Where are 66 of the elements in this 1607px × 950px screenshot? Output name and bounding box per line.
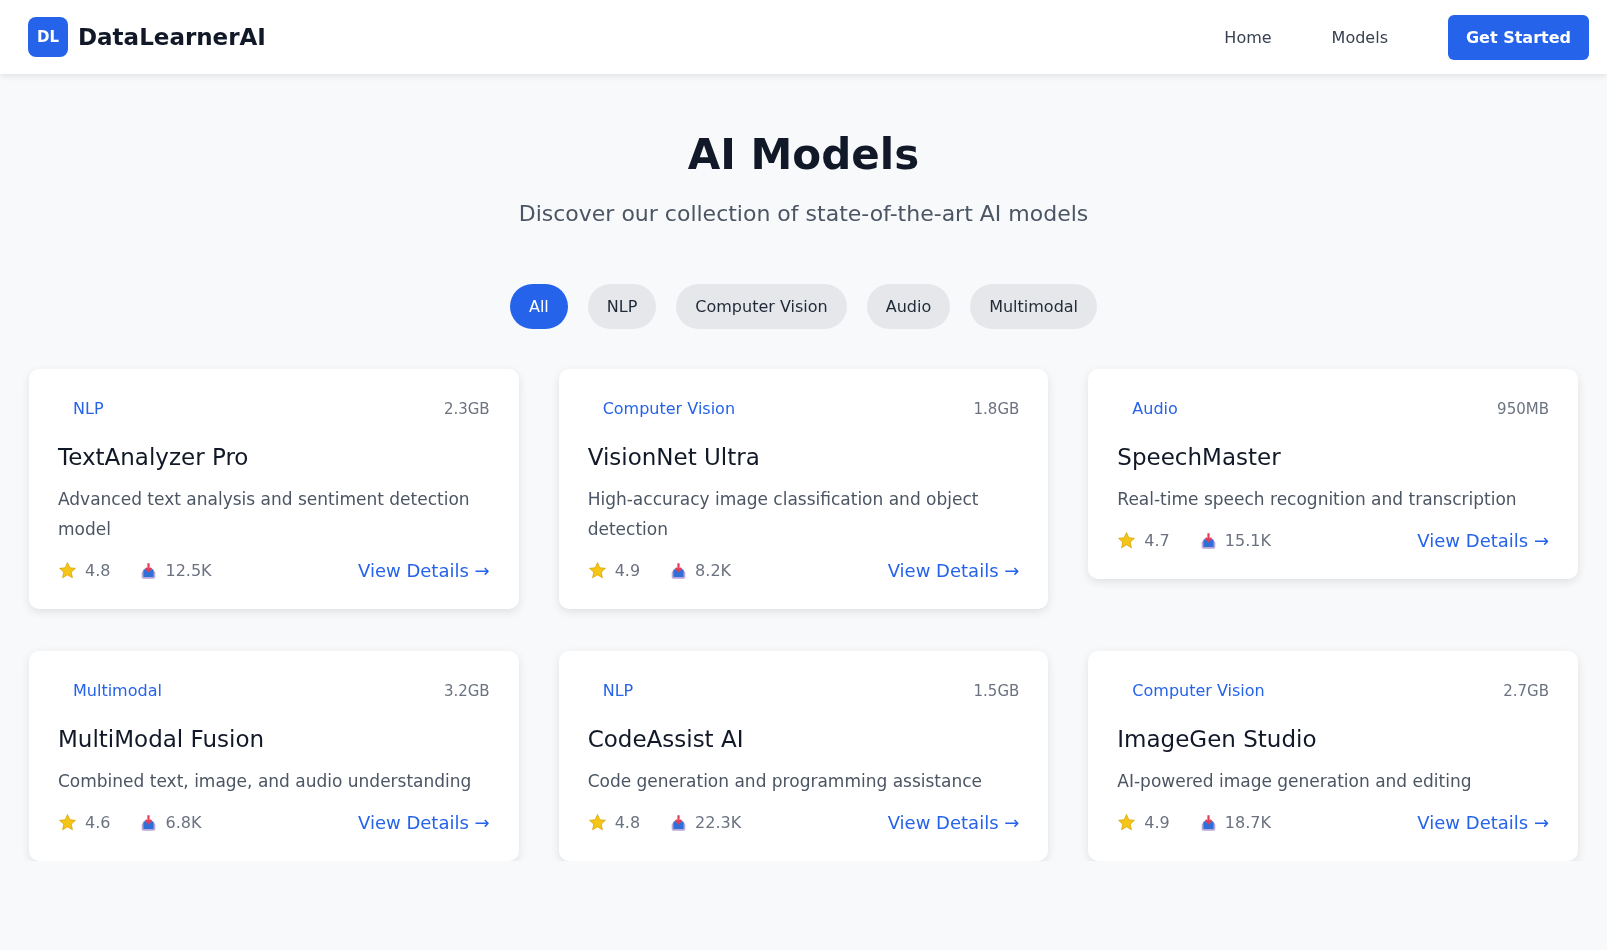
model-size: 950MB <box>1497 399 1549 418</box>
category-tag: Audio <box>1117 399 1193 418</box>
model-name: CodeAssist AI <box>587 726 745 752</box>
view-details-link[interactable]: View Details → <box>358 560 490 581</box>
download-count: 15.1K <box>1224 531 1271 550</box>
view-details-link[interactable]: View Details → <box>887 812 1020 833</box>
model-size: 2.3GB <box>443 399 490 418</box>
download-count: 8.2K <box>695 561 732 580</box>
page-title: AI Models <box>687 130 920 179</box>
page-subtitle: Discover our collection of state-of-the-art AI models <box>518 201 1089 226</box>
model-name: ImageGen Studio <box>1117 726 1318 752</box>
download-count: 6.8K <box>165 813 202 832</box>
model-description: AI-powered image generation and editing <box>1117 770 1473 793</box>
filter-chip[interactable]: Computer Vision <box>676 284 847 329</box>
rating-value: 4.9 <box>614 561 641 580</box>
download-count: 12.5K <box>165 561 212 580</box>
star-icon <box>587 561 607 580</box>
category-tag: Computer Vision <box>587 399 751 418</box>
download-tray-icon <box>1199 531 1217 550</box>
rating-value: 4.8 <box>85 561 111 580</box>
star-icon <box>587 813 607 832</box>
model-size: 2.7GB <box>1503 681 1549 700</box>
star-icon <box>58 813 77 832</box>
logo-badge: DL <box>28 17 68 57</box>
view-details-link[interactable]: View Details → <box>1417 812 1549 833</box>
download-count: 22.3K <box>695 813 742 832</box>
model-description: High-accuracy image classification and object detection <box>587 488 980 541</box>
model-name: SpeechMaster <box>1117 444 1282 470</box>
model-name: TextAnalyzer Pro <box>58 444 250 470</box>
view-details-link[interactable]: View Details → <box>358 812 490 833</box>
category-tag: NLP <box>587 681 649 700</box>
rating-value: 4.8 <box>614 813 641 832</box>
filter-chip[interactable]: Multimodal <box>970 284 1098 329</box>
model-size: 1.8GB <box>973 399 1020 418</box>
model-description: Combined text, image, and audio understanding <box>58 770 473 793</box>
category-tag: NLP <box>58 399 119 418</box>
filter-chip[interactable]: NLP <box>587 284 657 329</box>
model-description: Code generation and programming assistance <box>587 770 984 793</box>
category-tag: Multimodal <box>58 681 177 700</box>
filter-chip[interactable]: All <box>509 284 568 329</box>
rating-value: 4.6 <box>85 813 111 832</box>
download-tray-icon <box>1199 813 1217 832</box>
rating-value: 4.7 <box>1144 531 1170 550</box>
brand-name: DataLearnerAI <box>78 24 266 50</box>
download-tray-icon <box>670 813 688 832</box>
download-tray-icon <box>670 561 688 580</box>
star-icon <box>58 561 77 580</box>
get-started-button[interactable]: Get Started <box>1448 14 1589 60</box>
model-size: 1.5GB <box>973 681 1020 700</box>
model-description: Advanced text analysis and sentiment detection model <box>58 488 471 541</box>
download-count: 18.7K <box>1224 813 1271 832</box>
category-tag: Computer Vision <box>1117 681 1280 700</box>
rating-value: 4.9 <box>1144 813 1170 832</box>
nav-link[interactable]: Home <box>1224 27 1272 47</box>
view-details-link[interactable]: View Details → <box>887 560 1020 581</box>
model-size: 3.2GB <box>443 681 490 700</box>
download-tray-icon <box>140 561 158 580</box>
model-name: VisionNet Ultra <box>587 444 761 470</box>
model-description: Real-time speech recognition and transcription <box>1117 488 1518 511</box>
model-name: MultiModal Fusion <box>58 726 266 752</box>
view-details-link[interactable]: View Details → <box>1417 530 1549 551</box>
nav-link[interactable]: Models <box>1331 27 1388 47</box>
star-icon <box>1117 813 1137 832</box>
download-tray-icon <box>140 813 158 832</box>
filter-chip[interactable]: Audio <box>866 284 951 329</box>
star-icon <box>1117 531 1137 550</box>
